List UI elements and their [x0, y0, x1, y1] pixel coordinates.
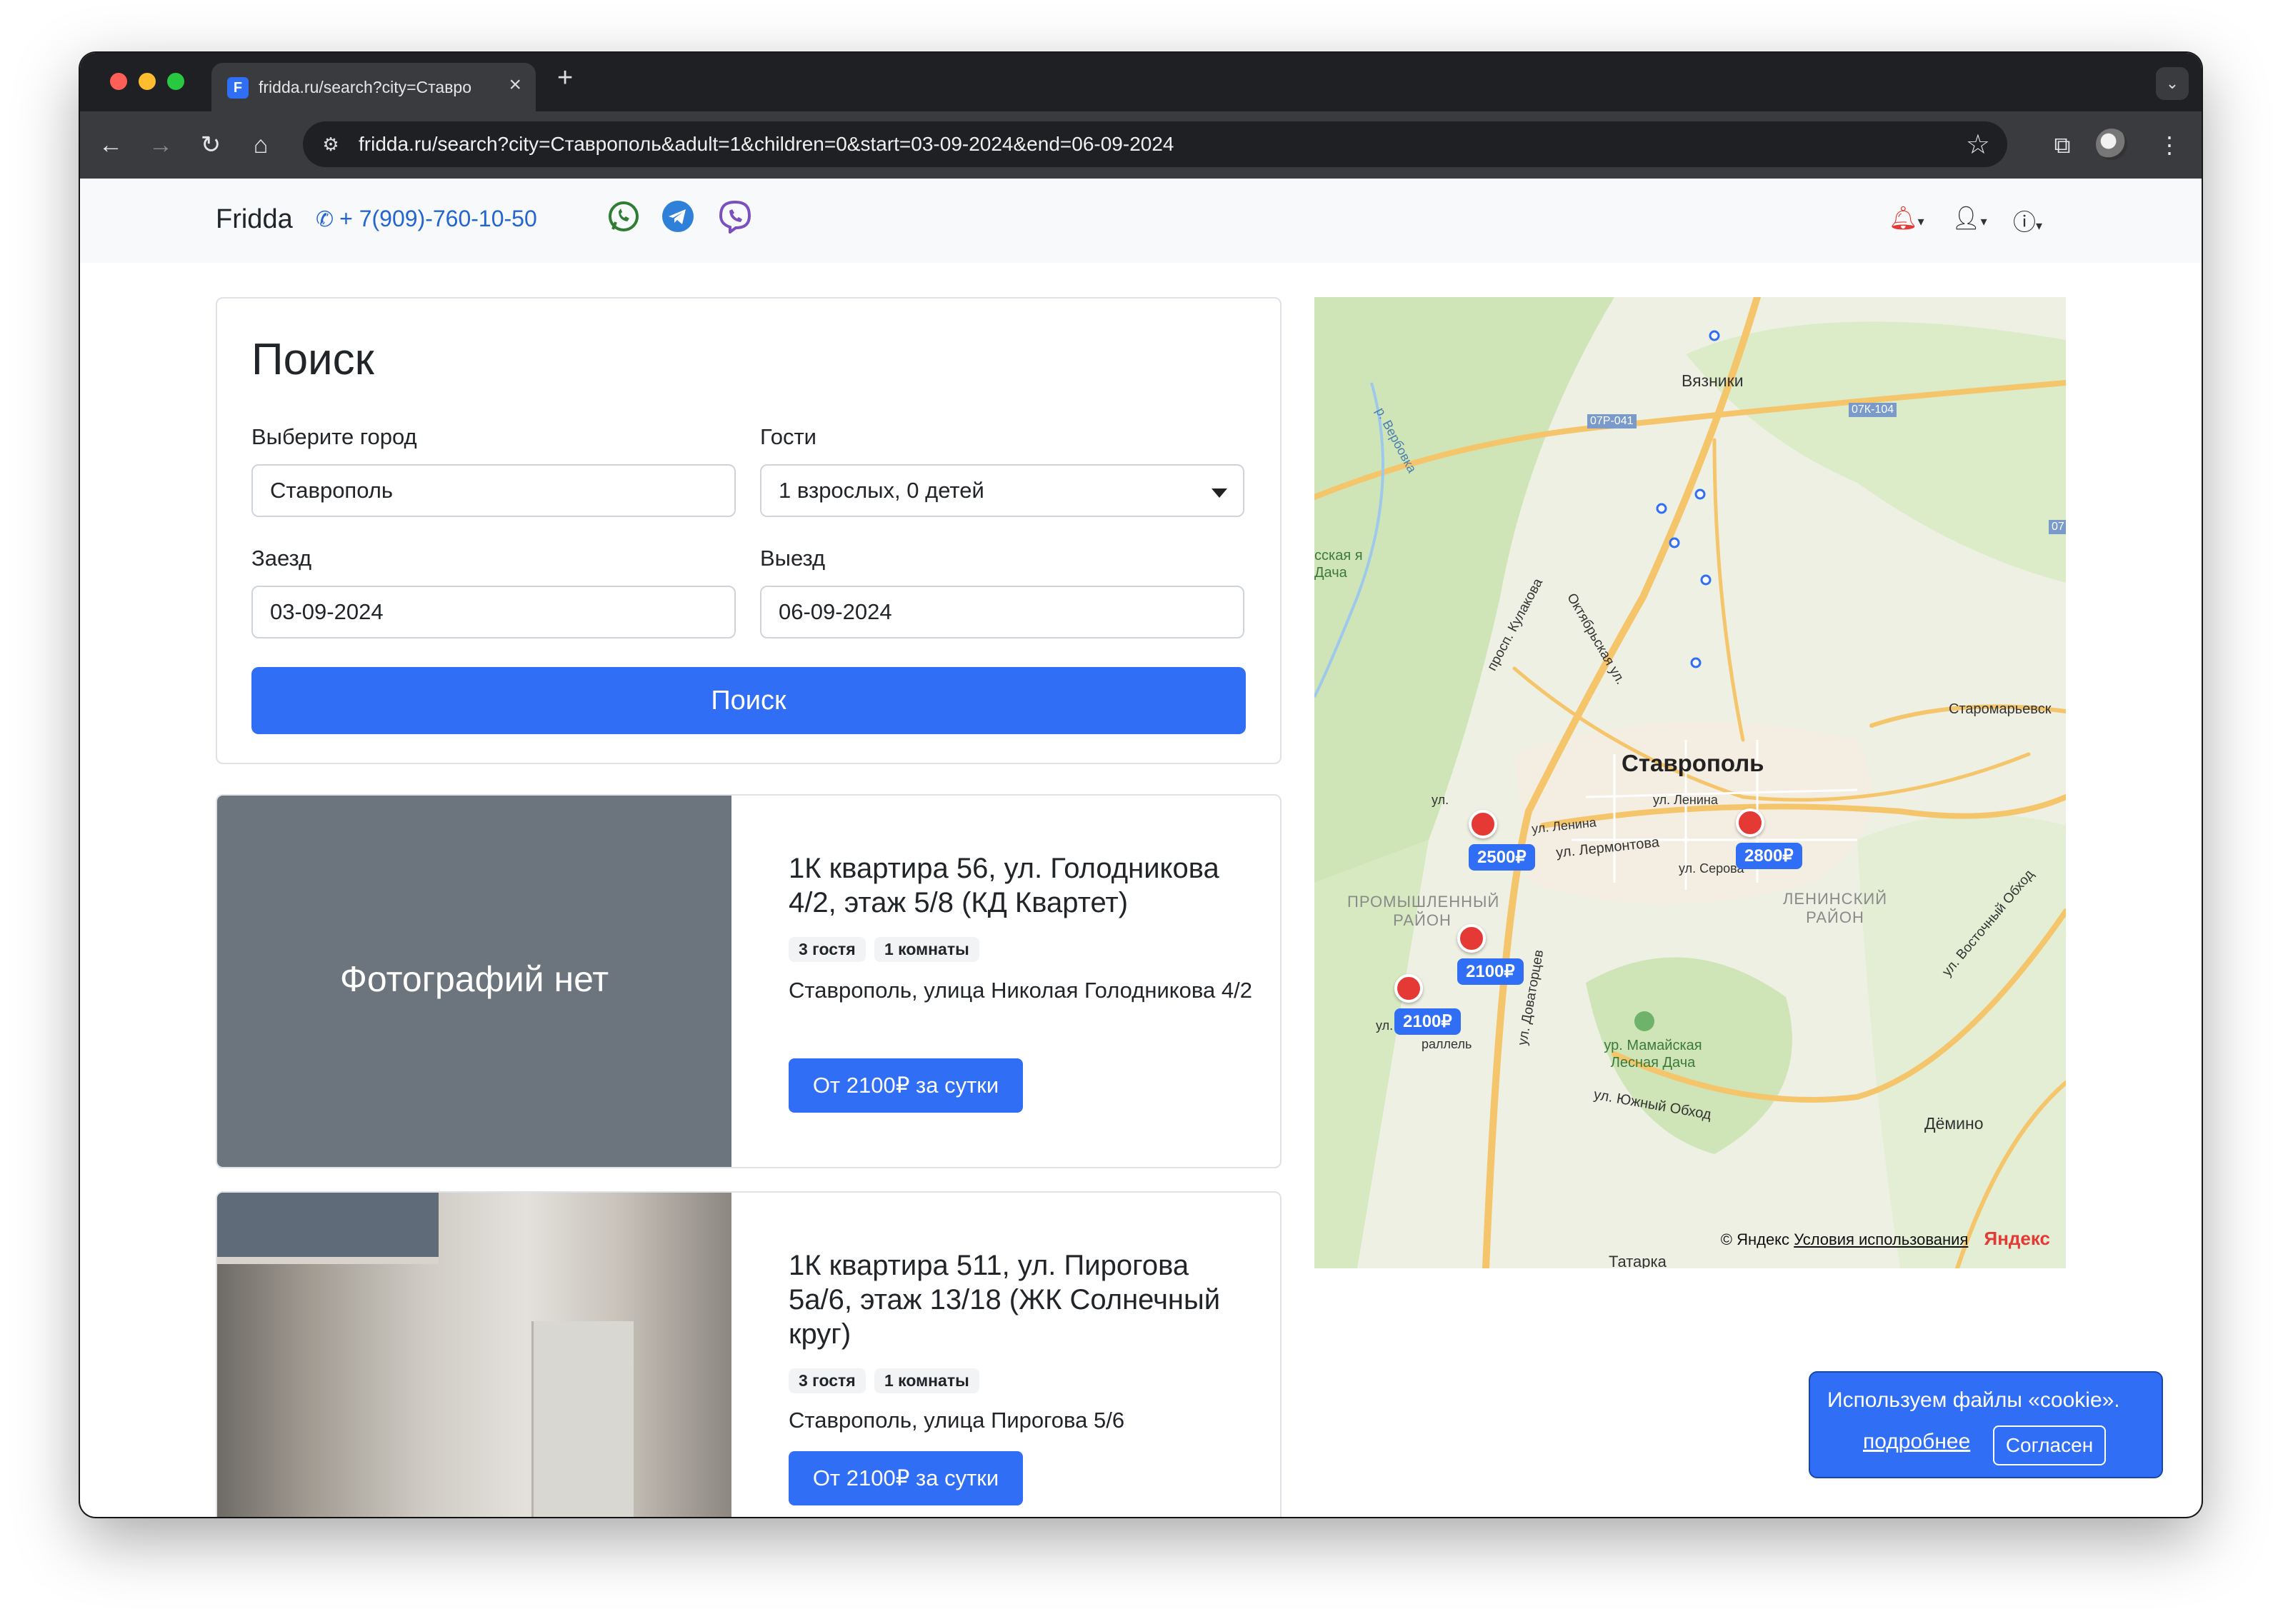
guests-select[interactable]: 1 взрослых, 0 детей	[760, 464, 1244, 517]
telegram-icon[interactable]	[660, 199, 696, 234]
bookmark-star-icon[interactable]: ☆	[1966, 129, 1990, 161]
cookie-banner: Используем файлы «cookie». подробнее Сог…	[1809, 1371, 2163, 1478]
guests-value: 1 взрослых, 0 детей	[779, 478, 984, 503]
listing-card[interactable]: Фотографий нет 1К квартира 56, ул. Голод…	[216, 794, 1282, 1168]
address-bar[interactable]: ⚙ fridda.ru/search?city=Ставрополь&adult…	[303, 121, 2007, 167]
cookie-accept-button[interactable]: Согласен	[1993, 1425, 2106, 1465]
search-card: Поиск Выберите город Ставрополь Гости 1 …	[216, 297, 1282, 764]
site-info-icon[interactable]: ⚙	[319, 132, 343, 156]
checkout-label: Выезд	[760, 546, 826, 571]
no-photo-text: Фотографий нет	[339, 959, 609, 999]
map-label-parallel: раллель	[1422, 1037, 1472, 1051]
phone-icon: ✆	[316, 208, 334, 231]
viber-icon[interactable]	[717, 199, 753, 234]
checkin-input[interactable]: 03-09-2024	[251, 586, 736, 638]
listing-photo[interactable]	[217, 1193, 731, 1517]
notifications-bell-icon[interactable]: 🔔︎▾	[1889, 204, 1924, 231]
listing-title[interactable]: 1К квартира 511, ул. Пирогова 5а/6, этаж…	[789, 1248, 1246, 1351]
phone-number: + 7(909)-760-10-50	[339, 206, 537, 231]
map-label-ul: ул.	[1376, 1018, 1394, 1033]
price-button[interactable]: От 2100₽ за сутки	[789, 1451, 1023, 1505]
browser-toolbar: ← → ↻ ⌂ ⚙ fridda.ru/search?city=Ставропо…	[80, 111, 2202, 179]
map-attribution: © Яндекс Условия использования Яндекс	[1721, 1228, 2050, 1250]
map-label-russkaya: сская я Дача	[1314, 548, 1363, 581]
minimize-window-button[interactable]	[139, 73, 156, 90]
yandex-logo[interactable]: Яндекс	[1984, 1228, 2051, 1249]
listing-card[interactable]: 1К квартира 511, ул. Пирогова 5а/6, этаж…	[216, 1191, 1282, 1517]
browser-window: F fridda.ru/search?city=Ставро × + ⌄ ← →…	[80, 53, 2202, 1517]
new-tab-icon[interactable]: +	[557, 63, 573, 94]
site-header: Fridda ✆ + 7(909)-760-10-50 🔔︎▾ 👤︎▾ ⓘ▾	[80, 179, 2202, 263]
more-menu-icon[interactable]: ⋮	[2150, 126, 2189, 164]
map-marker-pin[interactable]	[1394, 974, 1423, 1003]
listing-address: Ставрополь, улица Пирогова 5/6	[789, 1408, 1125, 1433]
map-price-marker[interactable]: 2100₽	[1394, 1008, 1461, 1035]
tab-search-icon[interactable]: ⌄	[2156, 67, 2189, 100]
close-tab-icon[interactable]: ×	[509, 73, 521, 97]
favicon-icon: F	[227, 77, 249, 99]
whatsapp-icon[interactable]	[606, 199, 641, 234]
photo-fridge	[531, 1321, 634, 1517]
help-icon[interactable]: ⓘ▾	[2013, 204, 2042, 237]
map-label-lenin-district: ЛЕНИНСКИЙ РАЙОН	[1782, 890, 1888, 926]
tab-title: fridda.ru/search?city=Ставро	[259, 78, 472, 96]
map-label-tatarka: Татарка	[1609, 1253, 1667, 1268]
back-icon[interactable]: ←	[91, 126, 130, 164]
listing-address: Ставрополь, улица Николая Голодникова 4/…	[789, 978, 1252, 1003]
map-road-badge: 07	[2049, 520, 2066, 534]
guests-label: Гости	[760, 424, 816, 449]
map-label-serova: ул. Серова	[1679, 861, 1744, 876]
city-label: Выберите город	[251, 424, 417, 449]
cookie-text: Используем файлы «cookie».	[1827, 1388, 2120, 1412]
url-text[interactable]: fridda.ru/search?city=Ставрополь&adult=1…	[359, 133, 1174, 156]
map-label-dyomino: Дёмино	[1924, 1114, 1984, 1133]
cookie-more-link[interactable]: подробнее	[1863, 1430, 1970, 1454]
no-photo-placeholder: Фотографий нет	[217, 796, 731, 1167]
map-terms-link[interactable]: Условия использования	[1794, 1230, 1968, 1248]
guests-badge: 3 гостя	[789, 937, 866, 962]
tab-strip: F fridda.ru/search?city=Ставро × + ⌄	[80, 53, 2202, 111]
close-window-button[interactable]	[110, 73, 127, 90]
map-label-lenina: ул. Ленина	[1653, 793, 1718, 807]
brand-logo[interactable]: Fridda	[216, 204, 293, 235]
listing-title[interactable]: 1К квартира 56, ул. Голодникова 4/2, эта…	[789, 851, 1246, 920]
phone-link[interactable]: ✆ + 7(909)-760-10-50	[316, 206, 537, 232]
guests-badge: 3 гостя	[789, 1368, 866, 1393]
caret-down-icon	[1212, 488, 1227, 498]
map-road-badge: 07Р-041	[1587, 414, 1637, 428]
forward-icon[interactable]: →	[141, 126, 180, 164]
price-button[interactable]: От 2100₽ за сутки	[789, 1058, 1023, 1113]
map-label-city: Ставрополь	[1622, 750, 1764, 776]
map-label-staromaryevsk: Старомарьевск	[1949, 701, 2052, 717]
photo-window-frame	[217, 1193, 439, 1264]
zoom-window-button[interactable]	[167, 73, 184, 90]
profile-avatar[interactable]	[2096, 129, 2127, 160]
map-road-badge: 07К-104	[1849, 403, 1897, 417]
map-label-vyazniki: Вязники	[1682, 371, 1744, 390]
map-marker-pin[interactable]	[1469, 810, 1497, 838]
extensions-icon[interactable]: ⧉	[2043, 126, 2082, 164]
reload-icon[interactable]: ↻	[191, 126, 230, 164]
user-menu-icon[interactable]: 👤︎▾	[1952, 204, 1987, 231]
yandex-map[interactable]: Вязники 07Р-041 07К-104 07 р. Вербовка с…	[1314, 297, 2066, 1268]
map-copyright: © Яндекс	[1720, 1230, 1790, 1248]
city-input[interactable]: Ставрополь	[251, 464, 736, 517]
map-price-marker[interactable]: 2800₽	[1736, 843, 1802, 869]
search-button[interactable]: Поиск	[251, 667, 1246, 734]
map-marker-pin[interactable]	[1736, 808, 1764, 837]
checkout-input[interactable]: 06-09-2024	[760, 586, 1244, 638]
map-price-marker[interactable]: 2500₽	[1469, 844, 1535, 871]
rooms-badge: 1 комнаты	[874, 1368, 979, 1393]
map-marker-pin[interactable]	[1457, 924, 1486, 953]
checkin-label: Заезд	[251, 546, 312, 571]
browser-tab[interactable]: F fridda.ru/search?city=Ставро ×	[211, 63, 536, 111]
search-title: Поиск	[251, 335, 374, 384]
map-label-ul: ул.	[1432, 793, 1449, 807]
map-label-mamai: ур. Мамайская Лесная Дача	[1604, 1038, 1702, 1071]
rooms-badge: 1 комнаты	[874, 937, 979, 962]
map-price-marker[interactable]: 2100₽	[1457, 958, 1524, 985]
home-icon[interactable]: ⌂	[241, 126, 280, 164]
